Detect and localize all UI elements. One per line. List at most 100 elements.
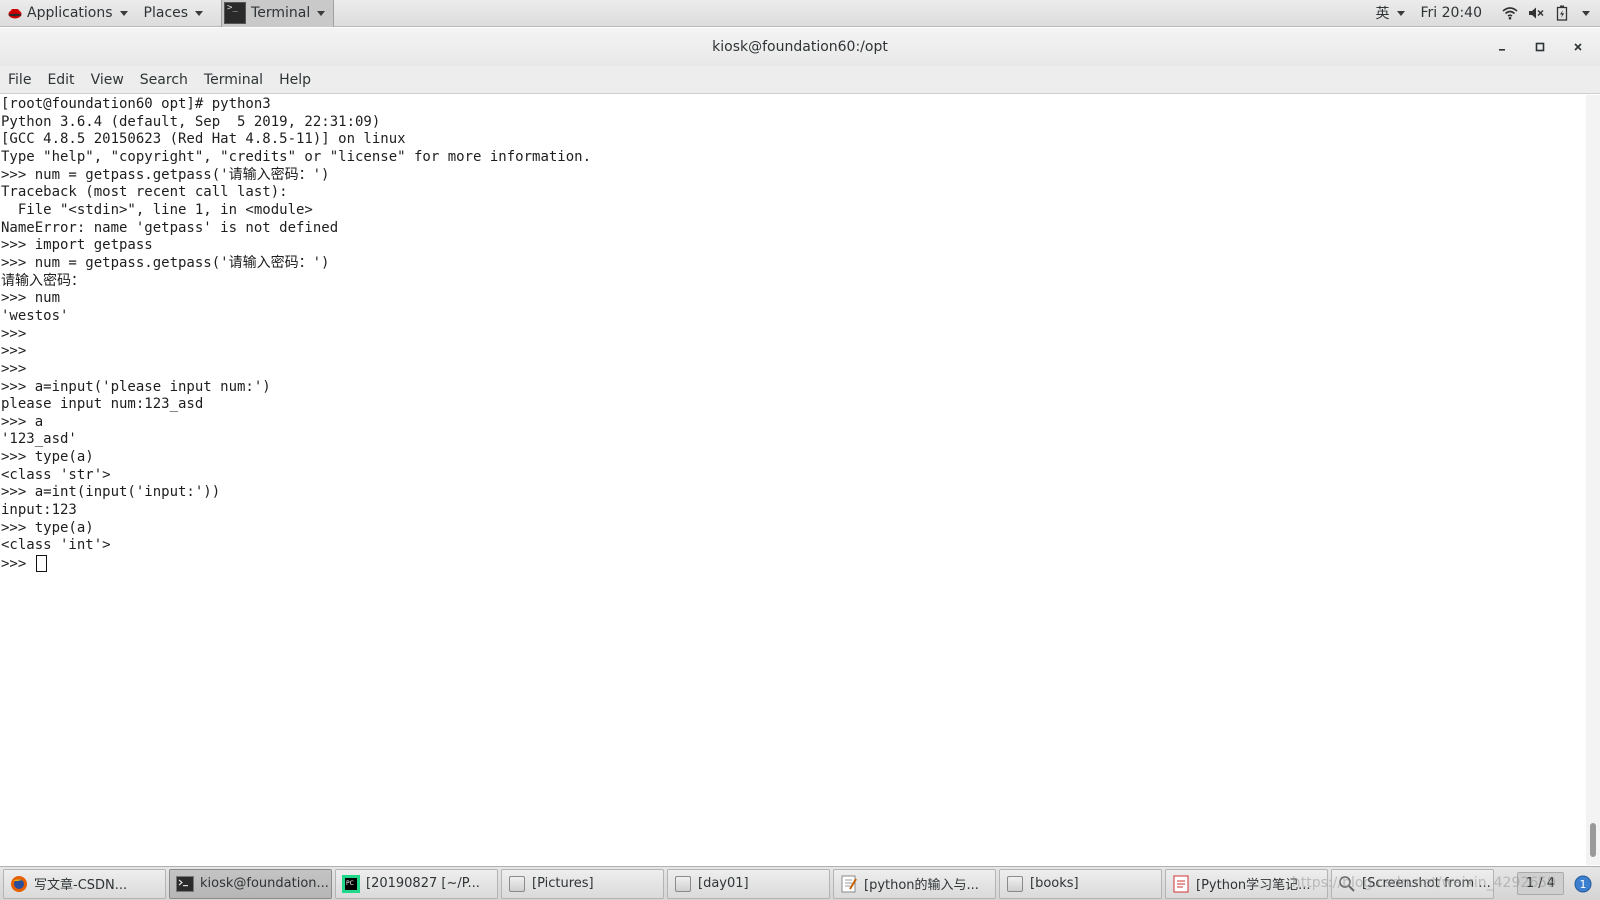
taskbar-button[interactable]: [Pictures] <box>501 868 664 899</box>
menu-view[interactable]: View <box>83 66 132 94</box>
maximize-button[interactable] <box>1532 39 1548 55</box>
terminal-line: 'westos' <box>1 307 69 324</box>
terminal-line: NameError: name 'getpass' is not defined <box>1 219 339 236</box>
terminal-line: >>> import getpass <box>1 237 153 254</box>
applications-label: Applications <box>27 5 113 21</box>
terminal-line: >>> <box>1 325 27 342</box>
minimize-button[interactable] <box>1494 39 1510 55</box>
battery-icon <box>1554 5 1570 21</box>
screenshot-icon <box>1338 875 1356 893</box>
terminal-line: input:123 <box>1 502 77 519</box>
taskbar-button[interactable]: 写文章-CSDN... <box>3 868 166 899</box>
taskbar-button[interactable]: [Screenshot from ... <box>1331 868 1494 899</box>
terminal-line: File "<stdin>", line 1, in <module> <box>1 201 313 218</box>
taskbar-button-label: [Screenshot from ... <box>1362 876 1491 891</box>
terminal-line: Python 3.6.4 (default, Sep 5 2019, 22:31… <box>1 113 381 130</box>
terminal-line: >>> type(a) <box>1 519 94 536</box>
terminal-line: please input num:123_asd <box>1 396 204 413</box>
terminal-line: '123_asd' <box>1 431 77 448</box>
workspace-switcher: 1 / 4 1 <box>1516 872 1600 895</box>
terminal-line: [root@foundation60 opt]# python3 <box>1 96 271 112</box>
taskbar-button[interactable]: [Python学习笔记... <box>1165 868 1328 899</box>
terminal-prompt: >>> <box>1 556 35 573</box>
terminal-line: >>> num <box>1 290 61 307</box>
window-title: kiosk@foundation60:/opt <box>712 39 888 55</box>
taskbar-button-label: [Python学习笔记... <box>1196 878 1311 893</box>
pycharm-icon: PC <box>342 874 360 893</box>
menu-help[interactable]: Help <box>271 66 319 94</box>
taskbar-button[interactable]: kiosk@foundation... <box>169 868 332 899</box>
volume-muted-icon <box>1528 5 1544 21</box>
minimize-icon <box>1499 49 1505 51</box>
terminal-line: >>> a=input('please input num:') <box>1 378 271 395</box>
folder-icon <box>508 875 526 893</box>
workspace-indicator[interactable]: 1 / 4 <box>1516 872 1564 895</box>
task-list: 写文章-CSDN... kiosk@foundation... PC [2019082… <box>0 868 1494 899</box>
taskbar-button[interactable]: [python的输入与... <box>833 868 996 899</box>
terminal-line: [GCC 4.8.5 20150623 (Red Hat 4.8.5-11)] … <box>1 131 406 148</box>
close-icon <box>1574 43 1582 51</box>
taskbar-button-label: kiosk@foundation... <box>200 876 329 891</box>
wifi-icon <box>1502 5 1518 21</box>
window-titlebar[interactable]: kiosk@foundation60:/opt <box>0 28 1600 66</box>
terminal-lines: [root@foundation60 opt]# python3 Python 3… <box>0 95 1586 574</box>
system-tray: 英 Fri 20:40 <box>1374 0 1600 27</box>
taskbar-button-label: [python的输入与... <box>864 878 979 893</box>
scrollbar-thumb[interactable] <box>1590 823 1596 857</box>
svg-text:PC: PC <box>346 880 354 887</box>
text-cursor <box>35 555 47 573</box>
app-menu-terminal[interactable]: >_ Terminal <box>221 0 335 27</box>
terminal-line: <class 'str'> <box>1 466 111 483</box>
app-menu-label: Terminal <box>251 5 311 21</box>
menu-terminal[interactable]: Terminal <box>196 66 271 94</box>
menu-file[interactable]: File <box>0 66 39 94</box>
terminal-line: >>> <box>1 360 27 377</box>
menu-search[interactable]: Search <box>132 66 196 94</box>
taskbar-button-label: 写文章-CSDN... <box>34 878 128 893</box>
system-menu-chevron-icon[interactable] <box>1582 10 1590 16</box>
applications-menu[interactable]: Applications <box>0 0 136 27</box>
places-menu[interactable]: Places <box>136 0 212 27</box>
terminal-line: 请输入密码： <box>1 272 85 289</box>
close-button[interactable] <box>1570 39 1586 55</box>
text-editor-icon <box>840 875 858 893</box>
chevron-down-icon <box>317 10 326 16</box>
places-label: Places <box>143 5 189 21</box>
terminal-line: >>> a <box>1 413 44 430</box>
document-icon <box>1172 875 1190 893</box>
taskbar-button[interactable]: PC [20190827 [~/P... <box>335 868 498 899</box>
svg-text:1: 1 <box>1580 878 1587 891</box>
terminal-output[interactable]: [root@foundation60 opt]# python3 Python 3… <box>0 95 1586 865</box>
taskbar-button-label: [books] <box>1030 876 1079 891</box>
terminal-icon <box>176 875 194 893</box>
clock[interactable]: Fri 20:40 <box>1421 5 1482 21</box>
redhat-logo-icon <box>8 9 22 19</box>
menu-edit[interactable]: Edit <box>39 66 82 94</box>
chevron-down-icon <box>195 10 204 16</box>
terminal-scrollbar[interactable] <box>1586 95 1600 865</box>
terminal-prompt-line: >>> <box>1 555 1586 574</box>
chevron-down-icon <box>1396 10 1405 16</box>
input-method-label: 英 <box>1375 6 1390 22</box>
chevron-down-icon <box>119 10 128 16</box>
folder-icon <box>1006 875 1024 893</box>
taskbar-button[interactable]: [books] <box>999 868 1162 899</box>
terminal-line: >>> <box>1 343 27 360</box>
terminal-line: >>> a=int(input('input:')) <box>1 484 221 501</box>
terminal-menubar: File Edit View Search Terminal Help <box>0 66 1600 94</box>
folder-icon <box>674 875 692 893</box>
terminal-line: >>> num = getpass.getpass('请输入密码：') <box>1 166 330 183</box>
terminal-app-icon: >_ <box>224 2 247 24</box>
taskbar-button[interactable]: [day01] <box>667 868 830 899</box>
notification-icon[interactable]: 1 <box>1574 875 1592 893</box>
terminal-line: <class 'int'> <box>1 537 111 554</box>
terminal-line: >>> type(a) <box>1 449 94 466</box>
taskbar-button-label: [Pictures] <box>532 876 594 891</box>
input-method-indicator[interactable]: 英 <box>1374 0 1407 27</box>
firefox-icon <box>10 875 28 893</box>
window-list-taskbar: 写文章-CSDN... kiosk@foundation... PC [2019082… <box>0 866 1600 900</box>
terminal-line: Traceback (most recent call last): <box>1 184 288 201</box>
taskbar-button-label: [day01] <box>698 876 749 891</box>
gnome-top-bar: Applications Places >_ Terminal 英 Fri 20… <box>0 0 1600 27</box>
terminal-line: >>> num = getpass.getpass('请输入密码：') <box>1 254 330 271</box>
